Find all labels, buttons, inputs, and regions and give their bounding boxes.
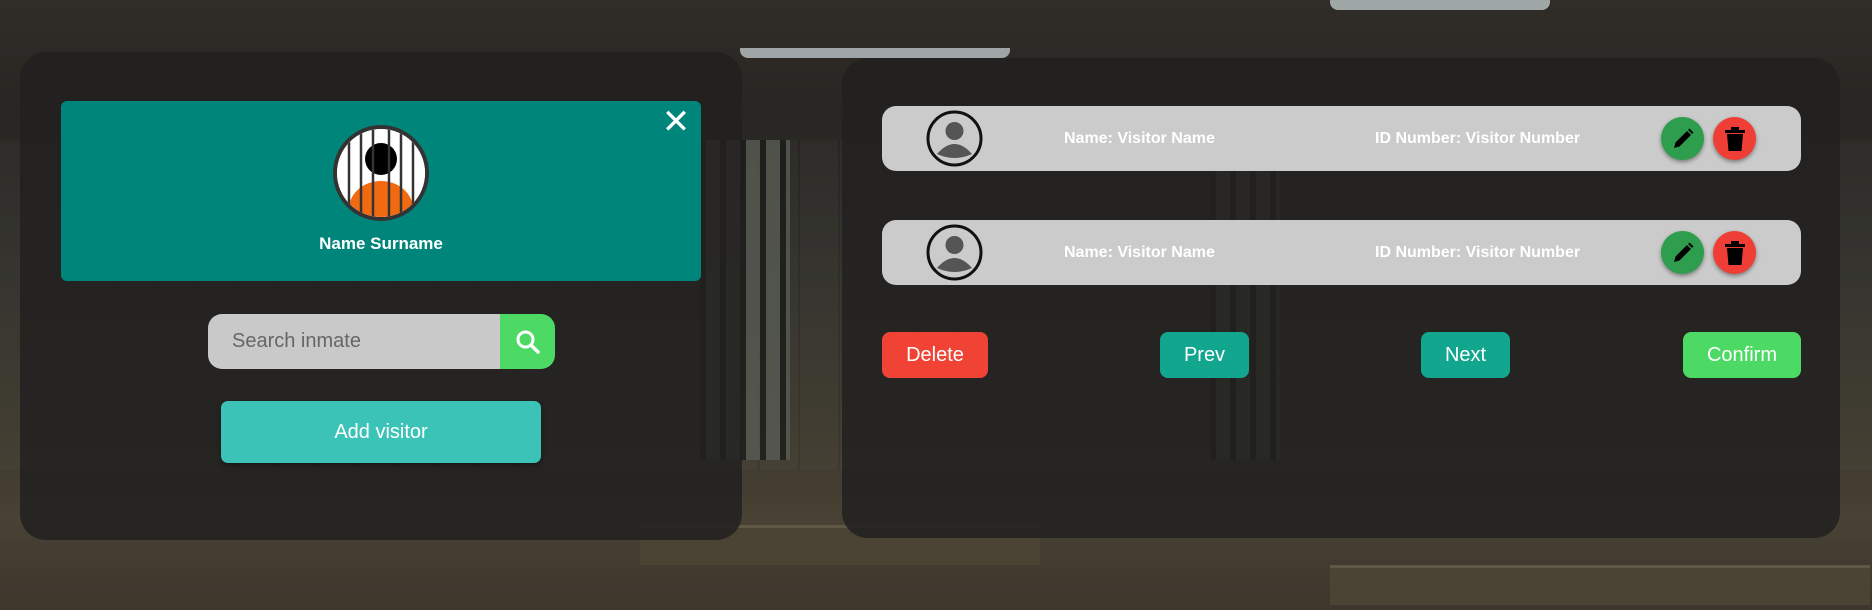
visitor-row: Name: Visitor Name ID Number: Visitor Nu… [882,106,1801,171]
inmate-avatar [333,125,429,221]
trash-icon [1724,126,1745,151]
trash-icon [1724,240,1745,265]
visitor-name: Name: Visitor Name [1064,244,1215,261]
inmate-name: Name Surname [319,234,443,253]
edit-visitor-button[interactable] [1661,117,1704,160]
confirm-button[interactable]: Confirm [1683,332,1801,378]
search-button[interactable] [500,314,555,369]
visitor-id-number: ID Number: Visitor Number [1375,130,1581,147]
edit-visitor-button[interactable] [1661,231,1704,274]
visitor-row: Name: Visitor Name ID Number: Visitor Nu… [882,220,1801,285]
search-input[interactable] [208,314,500,369]
prev-button[interactable]: Prev [1160,332,1249,378]
delete-button[interactable]: Delete [882,332,988,378]
delete-visitor-button[interactable] [1713,117,1756,160]
delete-visitor-button[interactable] [1713,231,1756,274]
visitor-name: Name: Visitor Name [1064,130,1215,147]
add-visitor-button[interactable]: Add visitor [221,401,541,463]
prisoner-icon [337,129,425,217]
visitor-id-number: ID Number: Visitor Number [1375,244,1581,261]
next-button[interactable]: Next [1421,332,1510,378]
pencil-icon [1673,242,1693,262]
user-avatar-icon [926,110,983,167]
search-bar [208,314,555,369]
pencil-icon [1673,128,1693,148]
inmate-card: ✕ Name Surname [61,101,701,281]
search-icon [516,330,540,354]
close-icon[interactable]: ✕ [661,105,691,139]
user-avatar-icon [926,224,983,281]
